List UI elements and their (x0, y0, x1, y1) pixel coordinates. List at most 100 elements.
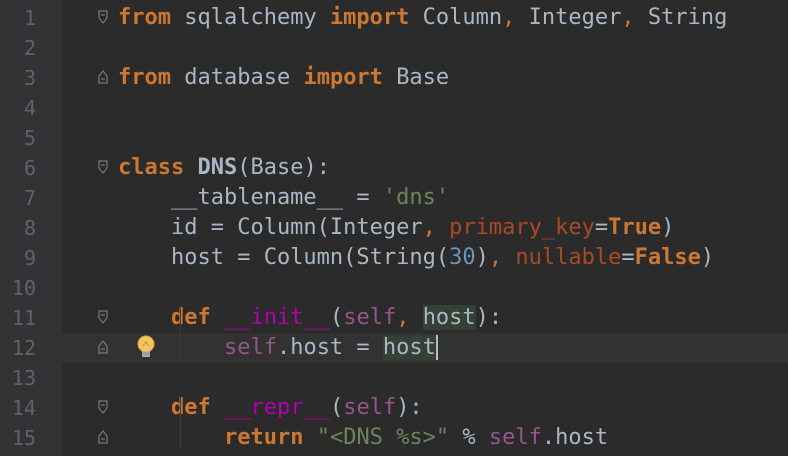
code-text[interactable]: from sqlalchemy import Column, Integer, … (118, 3, 727, 33)
code-token: ): (396, 395, 423, 420)
code-text[interactable]: host = Column(String(30), nullable=False… (118, 243, 714, 273)
code-token: ) (661, 215, 675, 240)
code-token: host = Column(String( (118, 245, 450, 270)
line-number[interactable]: 1 (0, 3, 36, 33)
line-number[interactable]: 6 (0, 153, 36, 183)
code-text[interactable]: return "<DNS %s>" % self.host (118, 423, 608, 453)
code-token: id = Column(Integer (118, 215, 423, 240)
code-text[interactable]: self.host = host (118, 333, 438, 363)
line-number[interactable]: 15 (0, 423, 36, 453)
code-token: import (329, 5, 410, 30)
code-token: , (422, 215, 436, 240)
code-token: self (488, 425, 542, 450)
code-text[interactable]: from database import Base (118, 63, 449, 93)
code-token: True (608, 215, 662, 240)
code-token: ) (475, 245, 489, 270)
code-token: class (118, 155, 185, 180)
fold-close-icon[interactable] (98, 430, 108, 444)
code-token: False (634, 245, 701, 270)
fold-open-icon[interactable] (98, 160, 108, 174)
code-token: Column (422, 5, 503, 30)
highlighted-identifier: host (382, 335, 438, 360)
line-number[interactable]: 13 (0, 363, 36, 393)
code-token: __repr__ (223, 395, 330, 420)
code-token: self (343, 305, 397, 330)
code-text[interactable]: def __repr__(self): (118, 393, 423, 423)
code-token: def (170, 395, 211, 420)
code-token: from (118, 65, 171, 90)
code-token: def (170, 305, 211, 330)
code-token: from (118, 5, 171, 30)
code-token: __init__ (223, 305, 330, 330)
code-line[interactable]: 12 self.host = host (0, 333, 788, 363)
line-number[interactable]: 10 (0, 273, 36, 303)
code-line[interactable]: 10 (0, 273, 788, 303)
line-number[interactable]: 11 (0, 303, 36, 333)
code-token: 'dns' (382, 185, 450, 210)
code-line[interactable]: 2 (0, 33, 788, 63)
code-token: "<DNS %s>" (316, 425, 450, 450)
code-token: % (449, 425, 489, 450)
code-token: DNS (197, 155, 238, 180)
code-line[interactable]: 13 (0, 363, 788, 393)
code-token: Integer (528, 5, 622, 30)
fold-close-icon[interactable] (98, 340, 108, 354)
highlighted-identifier: host (422, 305, 476, 330)
code-token: 30 (449, 245, 476, 270)
code-text[interactable]: __tablename__ = 'dns' (118, 183, 449, 213)
code-line[interactable]: 15 return "<DNS %s>" % self.host (0, 423, 788, 453)
code-line[interactable]: 5 (0, 123, 788, 153)
code-line[interactable]: 11 def __init__(self, host): (0, 303, 788, 333)
line-number[interactable]: 3 (0, 63, 36, 93)
line-number[interactable]: 8 (0, 213, 36, 243)
code-token: primary_key (449, 215, 595, 240)
code-token: (Base): (237, 155, 330, 180)
code-line[interactable]: 6 class DNS(Base): (0, 153, 788, 183)
code-token: .host = (276, 335, 383, 360)
code-token: , (396, 305, 410, 330)
code-line[interactable]: 4 (0, 93, 788, 123)
code-line[interactable]: 9 host = Column(String(30), nullable=Fal… (0, 243, 788, 273)
line-number[interactable]: 9 (0, 243, 36, 273)
indent-guide (180, 307, 181, 359)
code-text[interactable]: id = Column(Integer, primary_key=True) (118, 213, 674, 243)
code-token: = (594, 215, 609, 240)
code-token: String (647, 5, 728, 30)
code-line[interactable]: 7 __tablename__ = 'dns' (0, 183, 788, 213)
code-line[interactable]: 3 from database import Base (0, 63, 788, 93)
fold-open-icon[interactable] (98, 10, 108, 24)
line-number[interactable]: 12 (0, 333, 36, 363)
code-token: ) (700, 245, 715, 270)
line-number[interactable]: 5 (0, 123, 36, 153)
code-token: ): (475, 305, 503, 330)
code-token: __tablename__ = (118, 185, 383, 210)
fold-open-icon[interactable] (98, 400, 108, 414)
code-token: self (223, 335, 277, 360)
line-number[interactable]: 2 (0, 33, 36, 63)
code-token: return (223, 425, 304, 450)
code-line[interactable]: 14 def __repr__(self): (0, 393, 788, 423)
code-text[interactable]: def __init__(self, host): (118, 303, 502, 333)
fold-open-icon[interactable] (98, 310, 108, 324)
line-number[interactable]: 14 (0, 393, 36, 423)
code-token: , (621, 5, 635, 30)
code-text[interactable]: class DNS(Base): (118, 153, 330, 183)
code-token: , (488, 245, 503, 270)
indent-guide (180, 397, 181, 449)
code-line[interactable]: 8 id = Column(Integer, primary_key=True) (0, 213, 788, 243)
code-line[interactable]: 1 from sqlalchemy import Column, Integer,… (0, 3, 788, 33)
code-token: ( (329, 305, 344, 330)
line-number[interactable]: 7 (0, 183, 36, 213)
code-token: import (303, 65, 383, 90)
code-token: , (502, 5, 516, 30)
fold-close-icon[interactable] (98, 70, 108, 84)
code-token: ( (329, 395, 344, 420)
code-token: database (184, 65, 304, 90)
code-token: = (621, 245, 635, 270)
code-token: .host (541, 425, 609, 450)
line-number[interactable]: 4 (0, 93, 36, 123)
lightbulb-icon[interactable] (134, 332, 158, 362)
code-token: Base (396, 65, 450, 90)
